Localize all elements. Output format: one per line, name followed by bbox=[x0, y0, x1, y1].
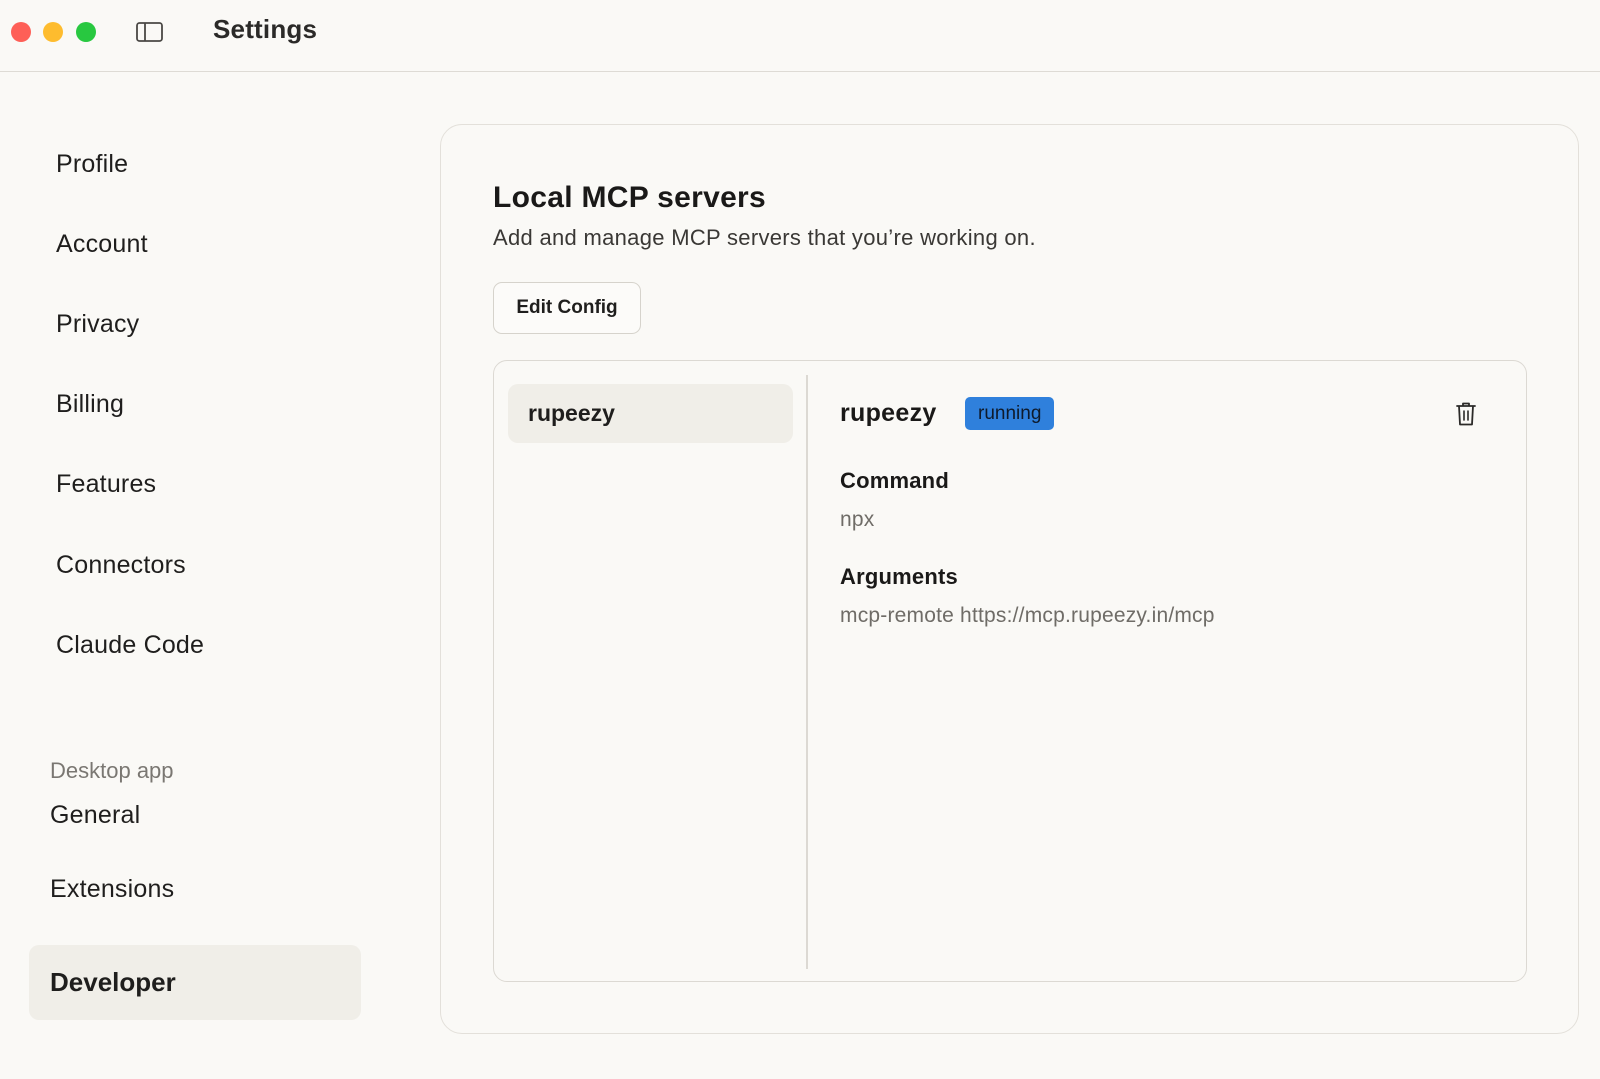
sidebar-item-account[interactable]: Account bbox=[56, 230, 148, 259]
settings-sidebar: Profile Account Privacy Billing Features… bbox=[0, 72, 420, 1079]
sidebar-item-connectors[interactable]: Connectors bbox=[56, 551, 186, 580]
sidebar-item-profile[interactable]: Profile bbox=[56, 150, 128, 179]
command-label: Command bbox=[840, 468, 949, 493]
sidebar-toggle-icon[interactable] bbox=[136, 22, 163, 42]
section-label-desktop-app: Desktop app bbox=[50, 758, 174, 783]
sidebar-item-extensions[interactable]: Extensions bbox=[50, 875, 174, 904]
servers-panel: rupeezy rupeezy running Command npx Argu… bbox=[493, 360, 1527, 982]
trash-icon[interactable] bbox=[1455, 401, 1477, 427]
sidebar-item-features[interactable]: Features bbox=[56, 470, 156, 499]
sidebar-item-privacy[interactable]: Privacy bbox=[56, 310, 139, 339]
sidebar-item-label: Developer bbox=[50, 967, 176, 997]
server-list-item-label: rupeezy bbox=[528, 400, 615, 426]
page-subtitle: Add and manage MCP servers that you’re w… bbox=[493, 225, 1036, 250]
command-value: npx bbox=[840, 508, 875, 531]
edit-config-button[interactable]: Edit Config bbox=[493, 282, 641, 334]
page-title: Local MCP servers bbox=[493, 181, 767, 214]
server-detail-name: rupeezy bbox=[840, 399, 937, 427]
sidebar-item-developer[interactable]: Developer bbox=[29, 945, 361, 1020]
status-badge: running bbox=[965, 397, 1055, 430]
arguments-value: mcp-remote https://mcp.rupeezy.in/mcp bbox=[840, 604, 1215, 627]
window-title: Settings bbox=[213, 14, 318, 44]
mcp-servers-card: Local MCP servers Add and manage MCP ser… bbox=[440, 124, 1579, 1034]
window-close-button[interactable] bbox=[11, 22, 31, 42]
title-bar: Settings bbox=[0, 0, 1600, 72]
panel-divider bbox=[806, 375, 808, 969]
sidebar-item-general[interactable]: General bbox=[50, 801, 140, 830]
sidebar-item-claude-code[interactable]: Claude Code bbox=[56, 631, 204, 660]
arguments-label: Arguments bbox=[840, 564, 958, 589]
server-list-item[interactable]: rupeezy bbox=[508, 384, 793, 443]
window-maximize-button[interactable] bbox=[76, 22, 96, 42]
window-minimize-button[interactable] bbox=[43, 22, 63, 42]
sidebar-item-billing[interactable]: Billing bbox=[56, 390, 124, 419]
